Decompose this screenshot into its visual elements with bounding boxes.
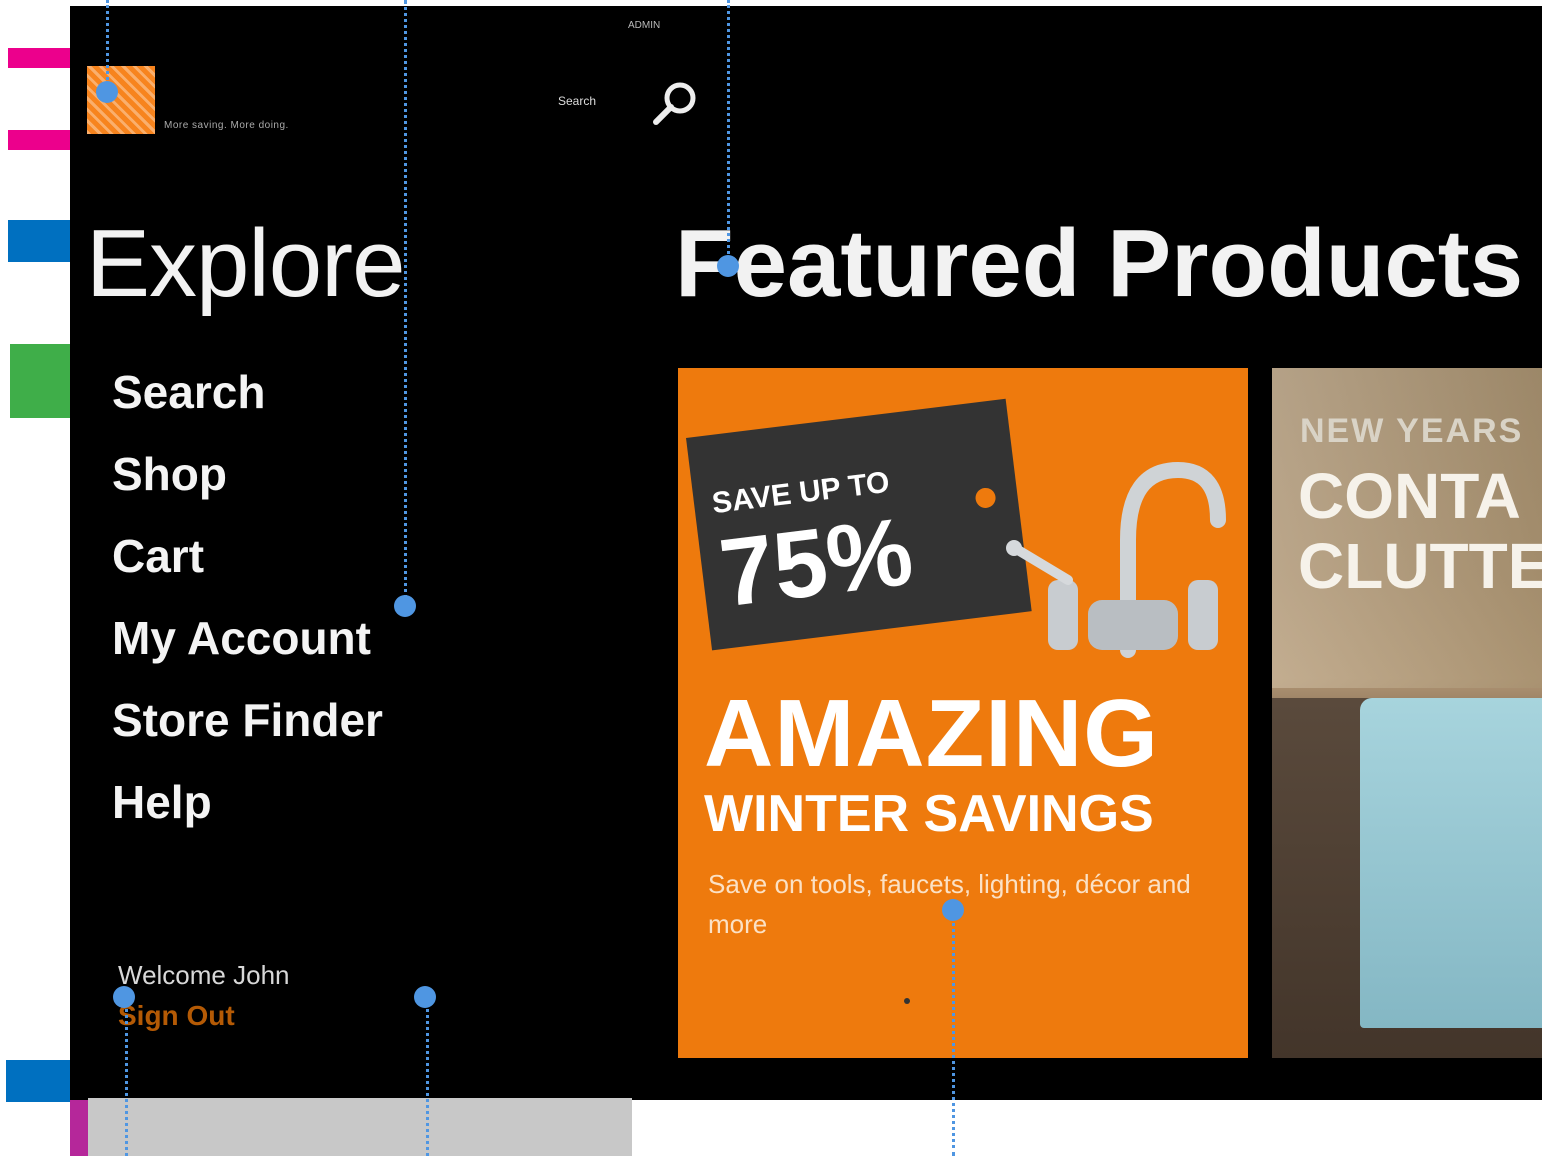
nav-item-shop[interactable]: Shop bbox=[112, 444, 383, 526]
nav-item-search[interactable]: Search bbox=[112, 362, 383, 444]
promo-tile-new-years[interactable]: NEW YEARS CONTA CLUTTE bbox=[1272, 368, 1542, 1058]
search-label: Search bbox=[558, 94, 597, 108]
annotation-point bbox=[942, 899, 964, 921]
nav-item-my-account[interactable]: My Account bbox=[112, 608, 383, 690]
annotation-point bbox=[414, 986, 436, 1008]
marker-pink-bottom bbox=[8, 130, 70, 150]
annotation-line bbox=[125, 998, 128, 1156]
top-label: ADMIN bbox=[628, 20, 661, 31]
marker-pink-top bbox=[8, 48, 70, 68]
annotation-line bbox=[727, 0, 730, 266]
tile2-line1: NEW YEARS bbox=[1300, 412, 1524, 450]
annotation-point bbox=[717, 255, 739, 277]
tile-headline: AMAZING bbox=[704, 680, 1159, 787]
marker-purple bbox=[70, 1098, 88, 1156]
annotation-line bbox=[952, 910, 955, 1156]
storage-bin-image bbox=[1360, 698, 1542, 1028]
annotation-line bbox=[426, 998, 429, 1156]
tile2-line3: CLUTTE bbox=[1298, 530, 1542, 602]
annotation-line bbox=[106, 0, 109, 92]
welcome-text: Welcome John bbox=[118, 960, 290, 990]
tile-subhead: WINTER SAVINGS bbox=[704, 785, 1154, 843]
marker-blue-bottom bbox=[6, 1060, 70, 1102]
nav-item-store-finder[interactable]: Store Finder bbox=[112, 690, 383, 772]
sign-out-link[interactable]: Sign Out bbox=[118, 1000, 235, 1032]
explore-nav: Search Shop Cart My Account Store Finder… bbox=[112, 362, 383, 854]
marker-blue-top bbox=[8, 220, 70, 262]
annotation-point bbox=[113, 986, 135, 1008]
explore-title: Explore bbox=[86, 210, 405, 317]
tagline: More saving. More doing. bbox=[164, 120, 289, 131]
annotation-point bbox=[394, 595, 416, 617]
promo-tile-winter-savings[interactable]: SAVE UP TO 75% AMAZING WINTER SAVINGS Sa… bbox=[678, 368, 1248, 1058]
store-logo[interactable] bbox=[87, 66, 155, 134]
faucet-image bbox=[1006, 461, 1226, 658]
search-icon[interactable] bbox=[650, 78, 700, 128]
bottom-bar bbox=[88, 1098, 632, 1156]
tile2-line2: CONTA bbox=[1298, 460, 1521, 532]
carousel-dot bbox=[904, 998, 910, 1004]
featured-products-title: Featured Products bbox=[675, 210, 1524, 317]
annotation-line bbox=[404, 0, 407, 606]
tag-percent: 75% bbox=[714, 497, 919, 628]
nav-item-help[interactable]: Help bbox=[112, 772, 383, 854]
app-window: More saving. More doing. ADMIN Search Ex… bbox=[70, 6, 1542, 1100]
nav-item-cart[interactable]: Cart bbox=[112, 526, 383, 608]
marker-green bbox=[10, 344, 70, 418]
annotation-point bbox=[96, 81, 118, 103]
